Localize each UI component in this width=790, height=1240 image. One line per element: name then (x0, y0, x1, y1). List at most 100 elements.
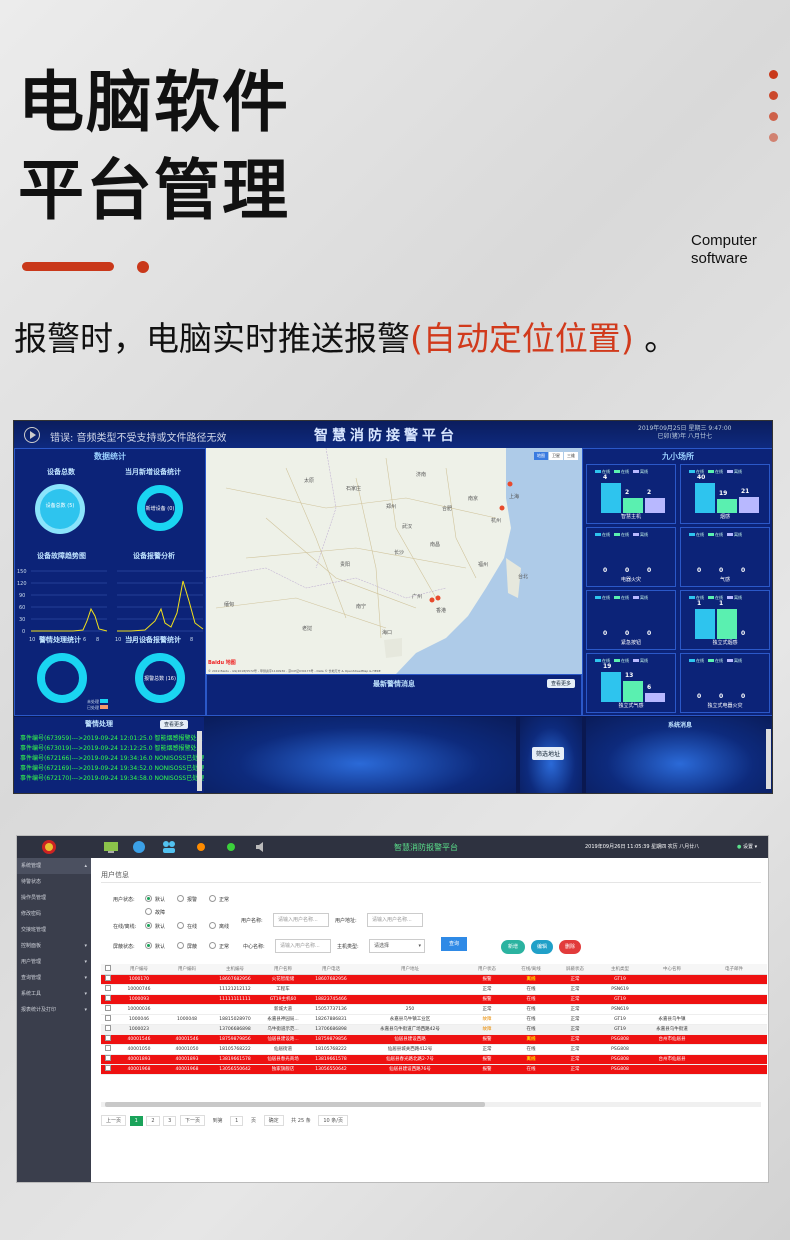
column-header[interactable]: 用户编号 (115, 964, 163, 975)
column-header[interactable]: 在线/离线 (509, 964, 553, 975)
table-row[interactable]: 10000036 新城大道 15057737136 250 正常 在线 正常 PSN619 (101, 1004, 767, 1015)
table-row[interactable]: 40001546 40001546 18759879856 仙居县建设路... 1875… (101, 1034, 767, 1045)
device-type-panel[interactable]: 在线 在线 离线 4 2 2 智慧主机 (586, 464, 676, 524)
map-view[interactable]: 太原 石家庄 济南 郑州 南京 上海 合肥 武汉 杭州 长沙 南昌 福州 台北 … (206, 448, 582, 674)
map-layer-button[interactable]: 卫星 (549, 452, 563, 460)
user-status-default-radio[interactable] (145, 895, 152, 902)
column-header[interactable]: 屏蔽状态 (553, 964, 597, 975)
column-header[interactable]: 用户状态 (465, 964, 509, 975)
row-checkbox[interactable] (105, 1045, 111, 1051)
per-page-select[interactable]: 10 条/页 (318, 1115, 348, 1126)
user-name-input[interactable]: 请输入用户名称... (273, 913, 329, 927)
map-layer-button[interactable]: 地图 (534, 452, 548, 460)
table-row[interactable]: 1000093 11111111111 GT19主机60 18823745466 报警在… (101, 994, 767, 1005)
system-messages-scrollbar[interactable] (766, 729, 771, 789)
sidebar-item[interactable]: 用户管理 ▾ (17, 954, 91, 970)
column-header[interactable]: 中心名称 (643, 964, 701, 975)
user-address-input[interactable]: 请输入用户名称... (367, 913, 423, 927)
next-page-button[interactable]: 下一页 (179, 1115, 205, 1126)
alarm-status-icon[interactable] (193, 839, 209, 855)
edit-button[interactable]: 编辑 (531, 940, 553, 954)
monitor-icon[interactable] (103, 839, 119, 855)
search-button[interactable]: 查询 (441, 937, 467, 951)
device-type-panel[interactable]: 在线 在线 离线 0 0 0 紧急按钮 (586, 590, 676, 650)
globe-icon[interactable] (131, 839, 147, 855)
shield-default-radio[interactable] (145, 942, 152, 949)
user-status-fault-radio[interactable] (145, 908, 152, 915)
map-layer-button[interactable]: 三维 (564, 452, 578, 460)
online-status-icon[interactable] (223, 839, 239, 855)
row-checkbox[interactable] (105, 975, 111, 981)
table-row[interactable]: 1000046 1000048 18815028970 永嘉县神园局... 182678… (101, 1014, 767, 1025)
sidebar-item[interactable]: 报表统计及打印 ▾ (17, 1002, 91, 1018)
add-button[interactable]: 新增 (501, 940, 525, 954)
column-header[interactable]: 主机编号 (211, 964, 259, 975)
play-icon[interactable] (24, 427, 40, 443)
latest-view-more-button[interactable]: 查看更多 (547, 679, 576, 688)
sidebar-item[interactable]: 控制面板 ▾ (17, 938, 91, 954)
sidebar-item[interactable]: 系统管理 ▴ (17, 858, 91, 874)
host-type-select[interactable]: 请选择 ▾ (369, 939, 425, 953)
online-online-radio[interactable] (177, 922, 184, 929)
online-offline-radio[interactable] (209, 922, 216, 929)
online-default-radio[interactable] (145, 922, 152, 929)
device-type-panel[interactable]: 在线 在线 离线 0 0 0 独立式电器火灾 (680, 653, 770, 713)
prev-page-button[interactable]: 上一页 (101, 1115, 127, 1126)
row-checkbox[interactable] (105, 1025, 111, 1031)
legend-swatch (708, 470, 714, 473)
column-header[interactable]: 用户编码 (163, 964, 211, 975)
table-scrollbar[interactable] (105, 1102, 485, 1107)
row-checkbox[interactable] (105, 1065, 111, 1071)
sidebar-item[interactable]: 待警状态 (17, 874, 91, 890)
column-header[interactable]: 用户名称 (259, 964, 307, 975)
mini-legend: 在线 在线 离线 (689, 658, 746, 664)
filter-address-button[interactable]: 筛选地址 (532, 747, 565, 760)
table-row[interactable]: 40001968 40001968 13056550642 独家旗舰店 13056550… (101, 1064, 767, 1075)
column-header[interactable]: 用户电话 (307, 964, 355, 975)
goto-page-input[interactable]: 1 (230, 1116, 244, 1126)
column-header[interactable]: 电子邮件 (701, 964, 767, 975)
mini-value: 0 (603, 567, 608, 574)
device-type-panel[interactable]: 在线 在线 离线 1 1 0 独立式烟感 (680, 590, 770, 650)
row-checkbox[interactable] (105, 1035, 111, 1041)
system-messages-panel: 系统消息 (586, 717, 772, 793)
user-status-alarm-radio[interactable] (177, 895, 184, 902)
row-checkbox[interactable] (105, 985, 111, 991)
row-checkbox[interactable] (105, 1055, 111, 1061)
user-status-normal-radio[interactable] (209, 895, 216, 902)
table-row[interactable]: 10000746 11121212112 工程车 正常 在线 正常 PSN619 (101, 984, 767, 995)
shield-shielded-radio[interactable] (177, 942, 184, 949)
device-type-panel[interactable]: 在线 在线 离线 0 0 0 电器火灾 (586, 527, 676, 587)
page-button[interactable]: 2 (146, 1116, 160, 1126)
table-row[interactable]: 40001050 40001050 18105768222 仙居街道 181057682… (101, 1044, 767, 1055)
column-header[interactable]: 主机类型 (597, 964, 643, 975)
center-name-input[interactable]: 请输入用户名称... (275, 939, 331, 953)
sidebar-item[interactable]: 系统工具 ▾ (17, 986, 91, 1002)
settings-menu[interactable]: ● 设置 ▾ (737, 843, 757, 850)
table-row[interactable]: 1000023 13706686898 乌牛街道示范... 13706686898 永嘉… (101, 1024, 767, 1035)
table-cell: 报警 (465, 1034, 509, 1045)
device-type-panel[interactable]: 在线 在线 离线 0 0 0 气感 (680, 527, 770, 587)
delete-button[interactable]: 删除 (559, 940, 581, 954)
goto-confirm-button[interactable]: 确定 (263, 1115, 284, 1126)
device-type-panel[interactable]: 在线 在线 离线 40 19 21 烟感 (680, 464, 770, 524)
alarm-log-view-more-button[interactable]: 查看更多 (160, 720, 189, 729)
row-checkbox[interactable] (105, 995, 111, 1001)
page-button[interactable]: 1 (129, 1116, 143, 1126)
users-icon[interactable] (161, 839, 177, 855)
sidebar-item[interactable]: 修改密码 (17, 906, 91, 922)
page-button[interactable]: 3 (163, 1116, 177, 1126)
device-type-panel[interactable]: 在线 在线 离线 19 13 6 独立式气感 (586, 653, 676, 713)
sidebar-item[interactable]: 查询管理 ▾ (17, 970, 91, 986)
row-checkbox[interactable] (105, 1005, 111, 1011)
sidebar-item[interactable]: 操作员管理 (17, 890, 91, 906)
speaker-icon[interactable] (253, 839, 269, 855)
table-row[interactable]: 1000170 18607682956 火花智能储 18607682956 报警 离线 正常… (101, 974, 767, 985)
table-row[interactable]: 40001893 40001893 13819661578 仙居县春光商场 138196… (101, 1054, 767, 1065)
select-all-checkbox[interactable] (105, 964, 111, 971)
column-header[interactable]: 用户地址 (355, 964, 465, 975)
sidebar-item[interactable]: 交接班管理 (17, 922, 91, 938)
shield-normal-radio[interactable] (209, 942, 216, 949)
row-checkbox[interactable] (105, 1015, 111, 1021)
alarm-log-scrollbar[interactable] (197, 731, 202, 791)
